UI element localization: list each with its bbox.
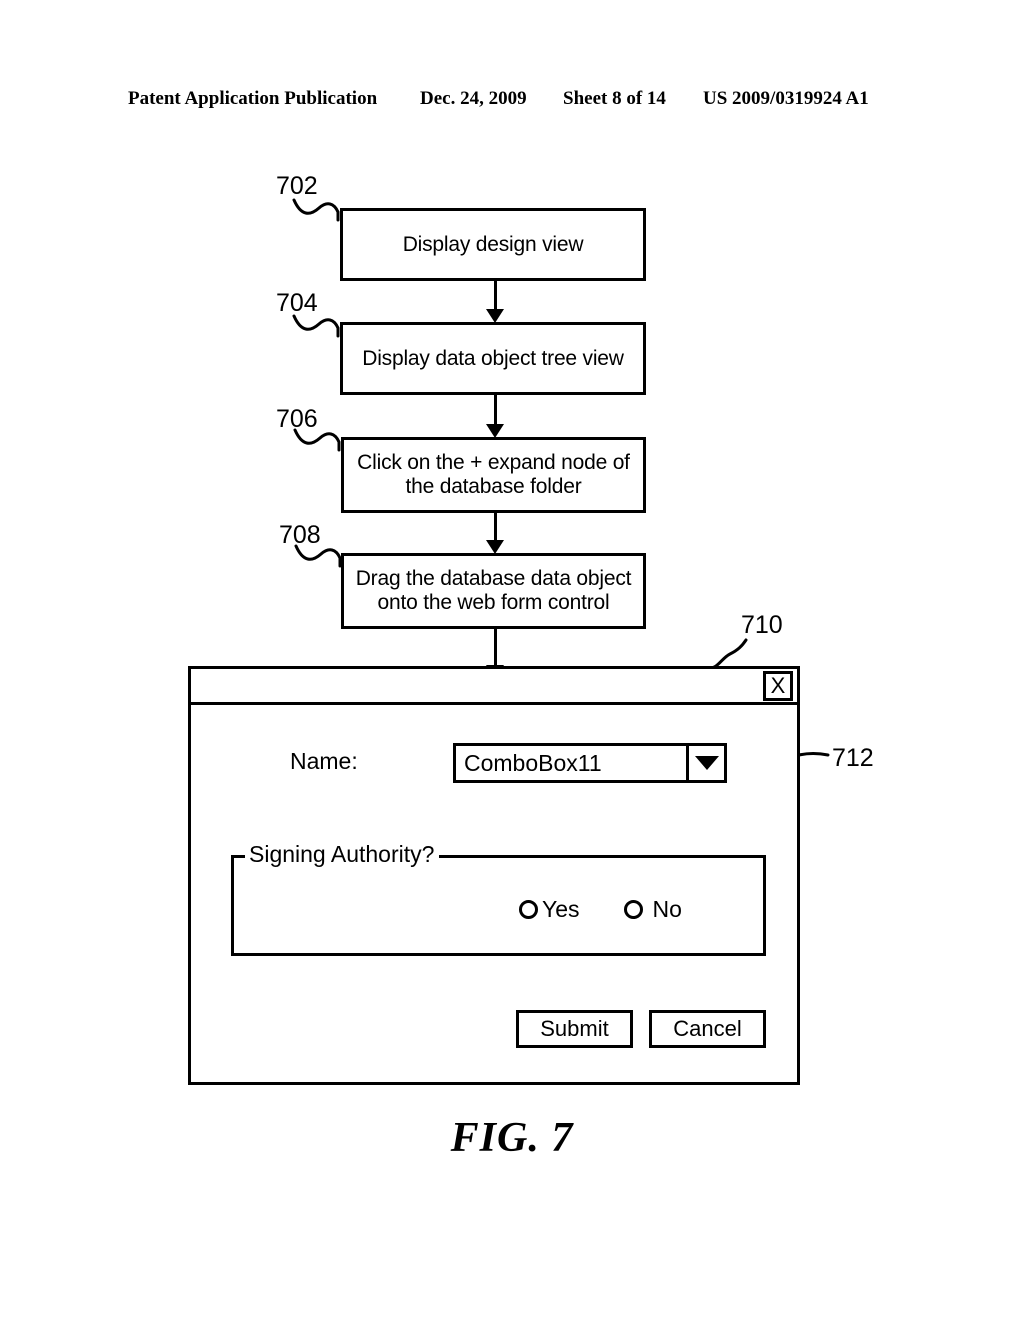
- signing-authority-radio-group: Yes No: [519, 896, 682, 923]
- flow-step-704: Display data object tree view: [340, 322, 646, 395]
- close-button-label: X: [770, 673, 786, 698]
- submit-button[interactable]: Submit: [516, 1010, 633, 1048]
- signing-authority-legend: Signing Authority?: [245, 841, 440, 868]
- header-sheet-text: Sheet 8 of 14: [563, 88, 666, 109]
- dialog-title-bar: X: [191, 669, 797, 705]
- leader-line-702: [292, 198, 340, 222]
- flow-step-708-text-line1: Drag the database data object: [355, 567, 632, 591]
- reference-numeral-712: 712: [832, 744, 874, 772]
- reference-numeral-710: 710: [741, 611, 783, 639]
- name-field-label: Name:: [290, 748, 358, 774]
- name-combobox-value[interactable]: ComboBox11: [456, 746, 686, 780]
- radio-circle-yes-icon[interactable]: [519, 900, 538, 919]
- cancel-button-label: Cancel: [673, 1016, 742, 1041]
- radio-option-no[interactable]: No: [623, 896, 682, 923]
- header-date-text: Dec. 24, 2009: [420, 88, 527, 109]
- chevron-down-icon[interactable]: [686, 746, 724, 780]
- patent-figure-page: Patent Application Publication Dec. 24, …: [0, 0, 1024, 1320]
- radio-option-yes-label: Yes: [542, 896, 580, 922]
- flow-step-708: Drag the database data object onto the w…: [341, 553, 646, 629]
- flow-step-706: Click on the + expand node of the databa…: [341, 437, 646, 513]
- cancel-button[interactable]: Cancel: [649, 1010, 766, 1048]
- form-dialog-window: X Name: ComboBox11 Signing Authority? Ye…: [188, 666, 800, 1085]
- flow-step-708-text-line2: onto the web form control: [377, 591, 610, 614]
- triangle-down-glyph: [694, 756, 719, 770]
- name-combobox[interactable]: ComboBox11: [453, 743, 727, 783]
- flow-arrow-702-to-704: [486, 281, 504, 323]
- flow-step-704-text: Display data object tree view: [362, 346, 624, 370]
- page-header: Patent Application Publication Dec. 24, …: [0, 88, 1024, 114]
- submit-button-label: Submit: [540, 1016, 609, 1041]
- header-publication-text: Patent Application Publication: [128, 88, 378, 109]
- leader-line-706: [293, 428, 341, 452]
- flow-arrow-708-to-dialog: [486, 629, 504, 679]
- close-icon[interactable]: X: [763, 671, 793, 701]
- radio-option-yes[interactable]: Yes: [519, 896, 580, 923]
- flow-step-706-text-line1: Click on the + expand node of: [357, 451, 630, 475]
- flow-step-702-text: Display design view: [402, 232, 584, 256]
- flow-step-702: Display design view: [340, 208, 646, 281]
- leader-line-704: [292, 314, 340, 338]
- leader-line-708: [294, 544, 342, 568]
- radio-option-no-label: No: [652, 896, 682, 922]
- radio-circle-no-icon[interactable]: [623, 900, 643, 919]
- flow-step-706-text-line2: the database folder: [405, 475, 582, 498]
- figure-caption: FIG. 7: [450, 1115, 574, 1161]
- signing-authority-fieldset: Signing Authority? Yes No: [231, 841, 766, 956]
- flow-arrow-704-to-706: [486, 395, 504, 438]
- flow-arrow-706-to-708: [486, 513, 504, 554]
- header-document-number: US 2009/0319924 A1: [703, 88, 869, 109]
